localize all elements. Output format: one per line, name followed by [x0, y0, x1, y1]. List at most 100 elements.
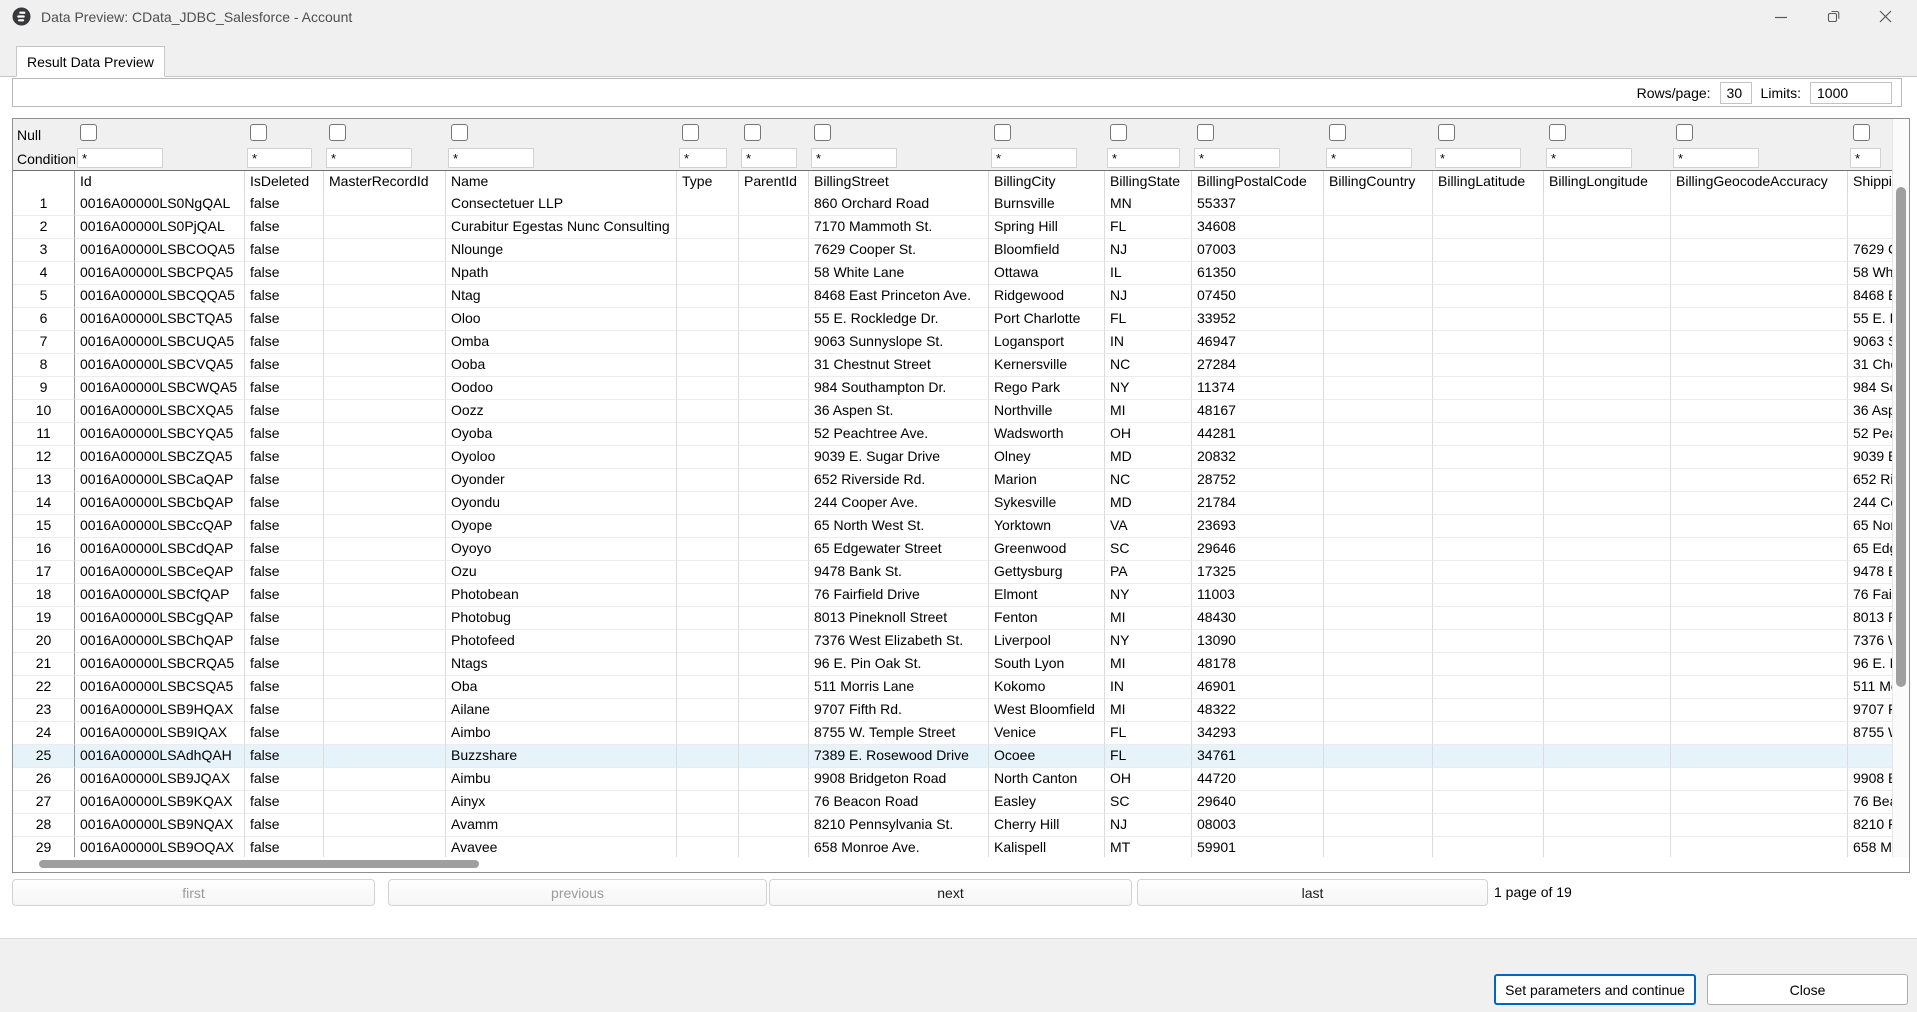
- vertical-scrollbar-thumb[interactable]: [1896, 187, 1906, 687]
- condition-filter-input-billingcity[interactable]: [991, 148, 1077, 168]
- condition-filter-input-type[interactable]: [679, 148, 727, 168]
- restore-icon[interactable]: [1807, 0, 1859, 33]
- column-header-billingcity[interactable]: BillingCity: [989, 171, 1105, 193]
- limits-input[interactable]: [1810, 82, 1892, 104]
- cell-billinglongitude: [1544, 814, 1671, 837]
- table-row[interactable]: 240016A00000LSB9IQAXfalseAimbo8755 W. Te…: [13, 722, 1893, 745]
- tab-result-data-preview[interactable]: Result Data Preview: [16, 46, 165, 77]
- table-row[interactable]: 200016A00000LSBChQAPfalsePhotofeed7376 W…: [13, 630, 1893, 653]
- null-filter-checkbox-billingcity[interactable]: [994, 124, 1011, 141]
- table-row[interactable]: 170016A00000LSBCeQAPfalseOzu9478 Bank St…: [13, 561, 1893, 584]
- horizontal-scrollbar[interactable]: [13, 857, 1893, 872]
- table-row[interactable]: 140016A00000LSBCbQAPfalseOyondu244 Coope…: [13, 492, 1893, 515]
- table-row[interactable]: 180016A00000LSBCfQAPfalsePhotobean76 Fai…: [13, 584, 1893, 607]
- condition-filter-input-billingpostalcode[interactable]: [1194, 148, 1280, 168]
- column-header-shippingstreet[interactable]: ShippingStreet: [1848, 171, 1893, 193]
- column-header-type[interactable]: Type: [677, 171, 739, 193]
- null-filter-checkbox-billinggeocodeaccuracy[interactable]: [1676, 124, 1693, 141]
- minimize-icon[interactable]: [1755, 0, 1807, 33]
- table-row[interactable]: 100016A00000LSBCXQA5falseOozz36 Aspen St…: [13, 400, 1893, 423]
- table-row[interactable]: 160016A00000LSBCdQAPfalseOyoyo65 Edgewat…: [13, 538, 1893, 561]
- table-row[interactable]: 120016A00000LSBCZQA5falseOyoloo9039 E. S…: [13, 446, 1893, 469]
- table-row[interactable]: 150016A00000LSBCcQAPfalseOyope65 North W…: [13, 515, 1893, 538]
- cell-type: [677, 285, 739, 308]
- condition-filter-input-billingcountry[interactable]: [1326, 148, 1412, 168]
- cell-billingcountry: [1324, 423, 1433, 446]
- table-row[interactable]: 40016A00000LSBCPQA5falseNpath58 White La…: [13, 262, 1893, 285]
- table-row[interactable]: 20016A00000LS0PjQALfalseCurabitur Egesta…: [13, 216, 1893, 239]
- table-row[interactable]: 50016A00000LSBCQQA5falseNtag8468 East Pr…: [13, 285, 1893, 308]
- rows-per-page-input[interactable]: [1720, 82, 1752, 104]
- pagination-bar: first previous next last 1 page of 19: [12, 879, 1908, 907]
- null-filter-checkbox-billingpostalcode[interactable]: [1197, 124, 1214, 141]
- table-row[interactable]: 60016A00000LSBCTQA5falseOloo55 E. Rockle…: [13, 308, 1893, 331]
- column-header-billingpostalcode[interactable]: BillingPostalCode: [1192, 171, 1324, 193]
- condition-filter-input-masterrecordid[interactable]: [326, 148, 412, 168]
- close-icon[interactable]: [1859, 0, 1911, 33]
- previous-page-button[interactable]: previous: [388, 879, 767, 906]
- condition-filter-input-id[interactable]: [77, 148, 163, 168]
- table-row[interactable]: 30016A00000LSBCOQA5falseNlounge7629 Coop…: [13, 239, 1893, 262]
- condition-filter-input-parentid[interactable]: [741, 148, 797, 168]
- column-header-billingcountry[interactable]: BillingCountry: [1324, 171, 1433, 193]
- condition-filter-input-billingstate[interactable]: [1107, 148, 1180, 168]
- null-filter-checkbox-billingstreet[interactable]: [814, 124, 831, 141]
- null-filter-checkbox-billingstate[interactable]: [1110, 124, 1127, 141]
- table-row[interactable]: 220016A00000LSBCSQA5falseOba511 Morris L…: [13, 676, 1893, 699]
- table-row[interactable]: 270016A00000LSB9KQAXfalseAinyx76 Beacon …: [13, 791, 1893, 814]
- cell-billingpostalcode: 48430: [1192, 607, 1324, 630]
- table-row[interactable]: 260016A00000LSB9JQAXfalseAimbu9908 Bridg…: [13, 768, 1893, 791]
- table-row[interactable]: 10016A00000LS0NgQALfalseConsectetuer LLP…: [13, 193, 1893, 216]
- null-filter-checkbox-masterrecordid[interactable]: [329, 124, 346, 141]
- condition-filter-input-shippingstreet[interactable]: [1850, 148, 1881, 168]
- column-header-billinglatitude[interactable]: BillingLatitude: [1433, 171, 1544, 193]
- null-filter-checkbox-billinglatitude[interactable]: [1438, 124, 1455, 141]
- column-header-billinglongitude[interactable]: BillingLongitude: [1544, 171, 1671, 193]
- column-header-parentid[interactable]: ParentId: [739, 171, 809, 193]
- table-row[interactable]: 90016A00000LSBCWQA5falseOodoo984 Southam…: [13, 377, 1893, 400]
- table-row[interactable]: 110016A00000LSBCYQA5falseOyoba52 Peachtr…: [13, 423, 1893, 446]
- cell-billinglatitude: [1433, 446, 1544, 469]
- condition-filter-input-name[interactable]: [448, 148, 534, 168]
- table-row[interactable]: 80016A00000LSBCVQA5falseOoba31 Chestnut …: [13, 354, 1893, 377]
- cell-name: Avamm: [446, 814, 677, 837]
- null-filter-checkbox-billinglongitude[interactable]: [1549, 124, 1566, 141]
- condition-filter-input-billingstreet[interactable]: [811, 148, 897, 168]
- set-parameters-button[interactable]: Set parameters and continue: [1494, 974, 1696, 1005]
- last-page-button[interactable]: last: [1137, 879, 1488, 906]
- column-header-masterrecordid[interactable]: MasterRecordId: [324, 171, 446, 193]
- null-filter-checkbox-id[interactable]: [80, 124, 97, 141]
- condition-filter-input-isdeleted[interactable]: [247, 148, 312, 168]
- null-filter-checkbox-isdeleted[interactable]: [250, 124, 267, 141]
- table-row[interactable]: 70016A00000LSBCUQA5falseOmba9063 Sunnysl…: [13, 331, 1893, 354]
- cell-billingstreet: 9478 Bank St.: [809, 561, 989, 584]
- column-header-billingstate[interactable]: BillingState: [1105, 171, 1192, 193]
- column-header-billinggeocodeaccuracy[interactable]: BillingGeocodeAccuracy: [1671, 171, 1848, 193]
- condition-filter-input-billinggeocodeaccuracy[interactable]: [1673, 148, 1759, 168]
- null-filter-checkbox-type[interactable]: [682, 124, 699, 141]
- null-filter-checkbox-parentid[interactable]: [744, 124, 761, 141]
- table-row[interactable]: 190016A00000LSBCgQAPfalsePhotobug8013 Pi…: [13, 607, 1893, 630]
- column-header-billingstreet[interactable]: BillingStreet: [809, 171, 989, 193]
- null-filter-checkbox-name[interactable]: [451, 124, 468, 141]
- null-filter-checkbox-billingcountry[interactable]: [1329, 124, 1346, 141]
- table-row[interactable]: 210016A00000LSBCRQA5falseNtags96 E. Pin …: [13, 653, 1893, 676]
- horizontal-scrollbar-thumb[interactable]: [39, 860, 479, 868]
- column-header-isdeleted[interactable]: IsDeleted: [245, 171, 324, 193]
- condition-filter-input-billinglatitude[interactable]: [1435, 148, 1521, 168]
- table-row[interactable]: 280016A00000LSB9NQAXfalseAvamm8210 Penns…: [13, 814, 1893, 837]
- close-dialog-button[interactable]: Close: [1707, 974, 1908, 1005]
- first-page-button[interactable]: first: [12, 879, 375, 906]
- condition-filter-input-billinglongitude[interactable]: [1546, 148, 1632, 168]
- column-header-name[interactable]: Name: [446, 171, 677, 193]
- cell-shippingstreet: 9908 Bridgeton Road: [1848, 768, 1893, 791]
- table-row[interactable]: 130016A00000LSBCaQAPfalseOyonder652 Rive…: [13, 469, 1893, 492]
- vertical-scrollbar[interactable]: [1892, 119, 1909, 857]
- null-filter-checkbox-shippingstreet[interactable]: [1853, 124, 1870, 141]
- column-header-id[interactable]: Id: [75, 171, 245, 193]
- cell-name: Photobean: [446, 584, 677, 607]
- table-row[interactable]: 230016A00000LSB9HQAXfalseAilane9707 Fift…: [13, 699, 1893, 722]
- next-page-button[interactable]: next: [769, 879, 1132, 906]
- cell-rownum: 13: [13, 469, 75, 492]
- table-row[interactable]: 250016A00000LSAdhQAHfalseBuzzshare7389 E…: [13, 745, 1893, 768]
